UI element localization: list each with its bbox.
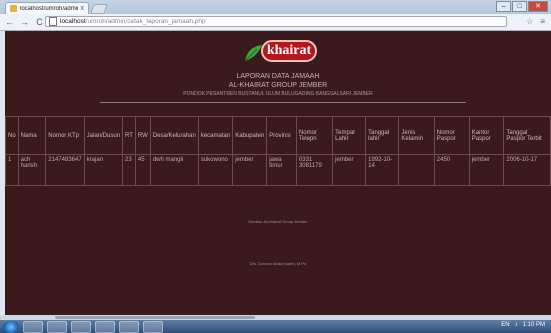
logo-text: khairat (261, 40, 317, 62)
scrollbar-thumb[interactable] (55, 316, 255, 319)
company-name: AL-KHAIRAT GROUP JEMBER (228, 82, 328, 89)
report-page: khairat LAPORAN DATA JAMAAH AL-KHAIRAT G… (5, 31, 551, 315)
column-header: Desa/Kelurahan (149, 116, 199, 155)
table-cell: jember (332, 154, 367, 186)
column-header: Nomor KTp (45, 116, 85, 155)
column-header: Kantor Paspor (468, 116, 505, 155)
table-cell: 23 (122, 154, 136, 186)
browser-menu-icon[interactable]: ≡ (540, 17, 545, 26)
new-tab-button[interactable] (90, 4, 108, 14)
taskbar-app-icon[interactable] (143, 320, 163, 333)
company-address: PONDOK PESANTREN BUSTANUL ULUM BULUGADIN… (183, 91, 373, 97)
column-header: No (5, 116, 19, 155)
table-cell: 1 (5, 154, 19, 186)
column-header: Provinsi (266, 116, 297, 155)
header-divider (100, 102, 466, 103)
table-cell: 2006-10-17 (503, 154, 551, 186)
browser-toolbar: ← → C localhost /umroh/admin/cetak_lapor… (0, 14, 551, 31)
clock[interactable]: 1:10 PM (523, 322, 545, 328)
page-icon (49, 17, 57, 26)
window-controls: – □ ✕ (496, 1, 548, 12)
toolbar-right-icons: ☆ ≡ (526, 17, 545, 26)
table-cell: 45 (134, 154, 151, 186)
taskbar-firefox-icon[interactable] (71, 320, 91, 333)
maximize-button[interactable]: □ (512, 1, 527, 12)
table-cell: jember (468, 154, 505, 186)
footer-signatory: Drs. Dzunun Abdul Karim, M.Pd (249, 261, 307, 266)
column-header: Jenis Kelamin (398, 116, 435, 155)
taskbar-word-icon[interactable] (119, 320, 139, 333)
table-cell: jawa timur (266, 154, 297, 186)
bookmark-star-icon[interactable]: ☆ (526, 17, 533, 26)
start-orb-icon[interactable] (3, 320, 19, 333)
column-header: Tempat Lahir (332, 116, 367, 155)
url-path: /umroh/admin/cetak_laporan_jamaah.php (85, 18, 206, 25)
table-cell: 0331 3081179 (295, 154, 334, 186)
report-title: LAPORAN DATA JAMAAH (236, 73, 320, 80)
language-indicator[interactable]: EN (501, 322, 509, 328)
table-cell: 2147483647 (45, 154, 85, 186)
column-header: Tanggal Paspor Terbit (503, 116, 551, 155)
khairat-logo: khairat (243, 37, 323, 65)
taskbar-media-icon[interactable] (47, 320, 67, 333)
table-cell: dwh mangli (149, 154, 199, 186)
table-cell: 1992-10-14 (365, 154, 400, 186)
table-cell: ach harish (17, 154, 47, 186)
url-host: localhost (60, 18, 86, 25)
browser-tab-strip: localhost/umroh/admin/... x – □ ✕ (0, 0, 551, 14)
column-header: Tanggal lahir (365, 116, 400, 155)
system-tray: EN ♪ 1:10 PM (501, 322, 545, 328)
jamaah-table: No Nama Nomor KTp Jalan/Dusun RT RW Desa/Kelur… (5, 116, 551, 186)
column-header: Nama (17, 116, 47, 155)
taskbar: EN ♪ 1:10 PM (0, 320, 551, 333)
minimize-button[interactable]: – (496, 1, 511, 12)
close-window-button[interactable]: ✕ (528, 1, 548, 12)
leaf-logo-icon (244, 45, 262, 62)
column-header: Kabupaten (232, 116, 268, 155)
footer-organization: Direktur Al-Khairat Group Jember (248, 219, 308, 224)
reload-button[interactable]: C (34, 17, 45, 28)
address-bar[interactable]: localhost /umroh/admin/cetak_laporan_jam… (45, 16, 507, 27)
table-header-row: No Nama Nomor KTp Jalan/Dusun RT RW Desa/Kelur… (5, 116, 551, 155)
column-header: Nomor Telepn (295, 116, 334, 155)
table-cell: sukowono (197, 154, 234, 186)
column-header: kecamatan (197, 116, 234, 155)
browser-tab[interactable]: localhost/umroh/admin/... x (5, 2, 89, 14)
column-header: Nomor Paspor (433, 116, 470, 155)
table-cell: jember (232, 154, 268, 186)
column-header: Jalan/Dusun (83, 116, 124, 155)
tab-title: localhost/umroh/admin/... (20, 5, 78, 12)
table-cell: krajan (83, 154, 124, 186)
taskbar-chrome-icon[interactable] (95, 320, 115, 333)
table-row: 1 ach harish 2147483647 krajan 23 45 dwh mangl… (5, 154, 551, 186)
taskbar-explorer-icon[interactable] (23, 320, 43, 333)
tab-close-icon[interactable]: x (81, 5, 85, 12)
table-cell: 2450 (433, 154, 470, 186)
table-cell (398, 154, 435, 186)
column-header: RT (122, 116, 136, 155)
column-header: RW (134, 116, 151, 155)
forward-button[interactable]: → (19, 17, 30, 28)
page-favicon-icon (10, 5, 17, 12)
volume-icon[interactable]: ♪ (515, 322, 518, 328)
back-button[interactable]: ← (4, 17, 15, 28)
